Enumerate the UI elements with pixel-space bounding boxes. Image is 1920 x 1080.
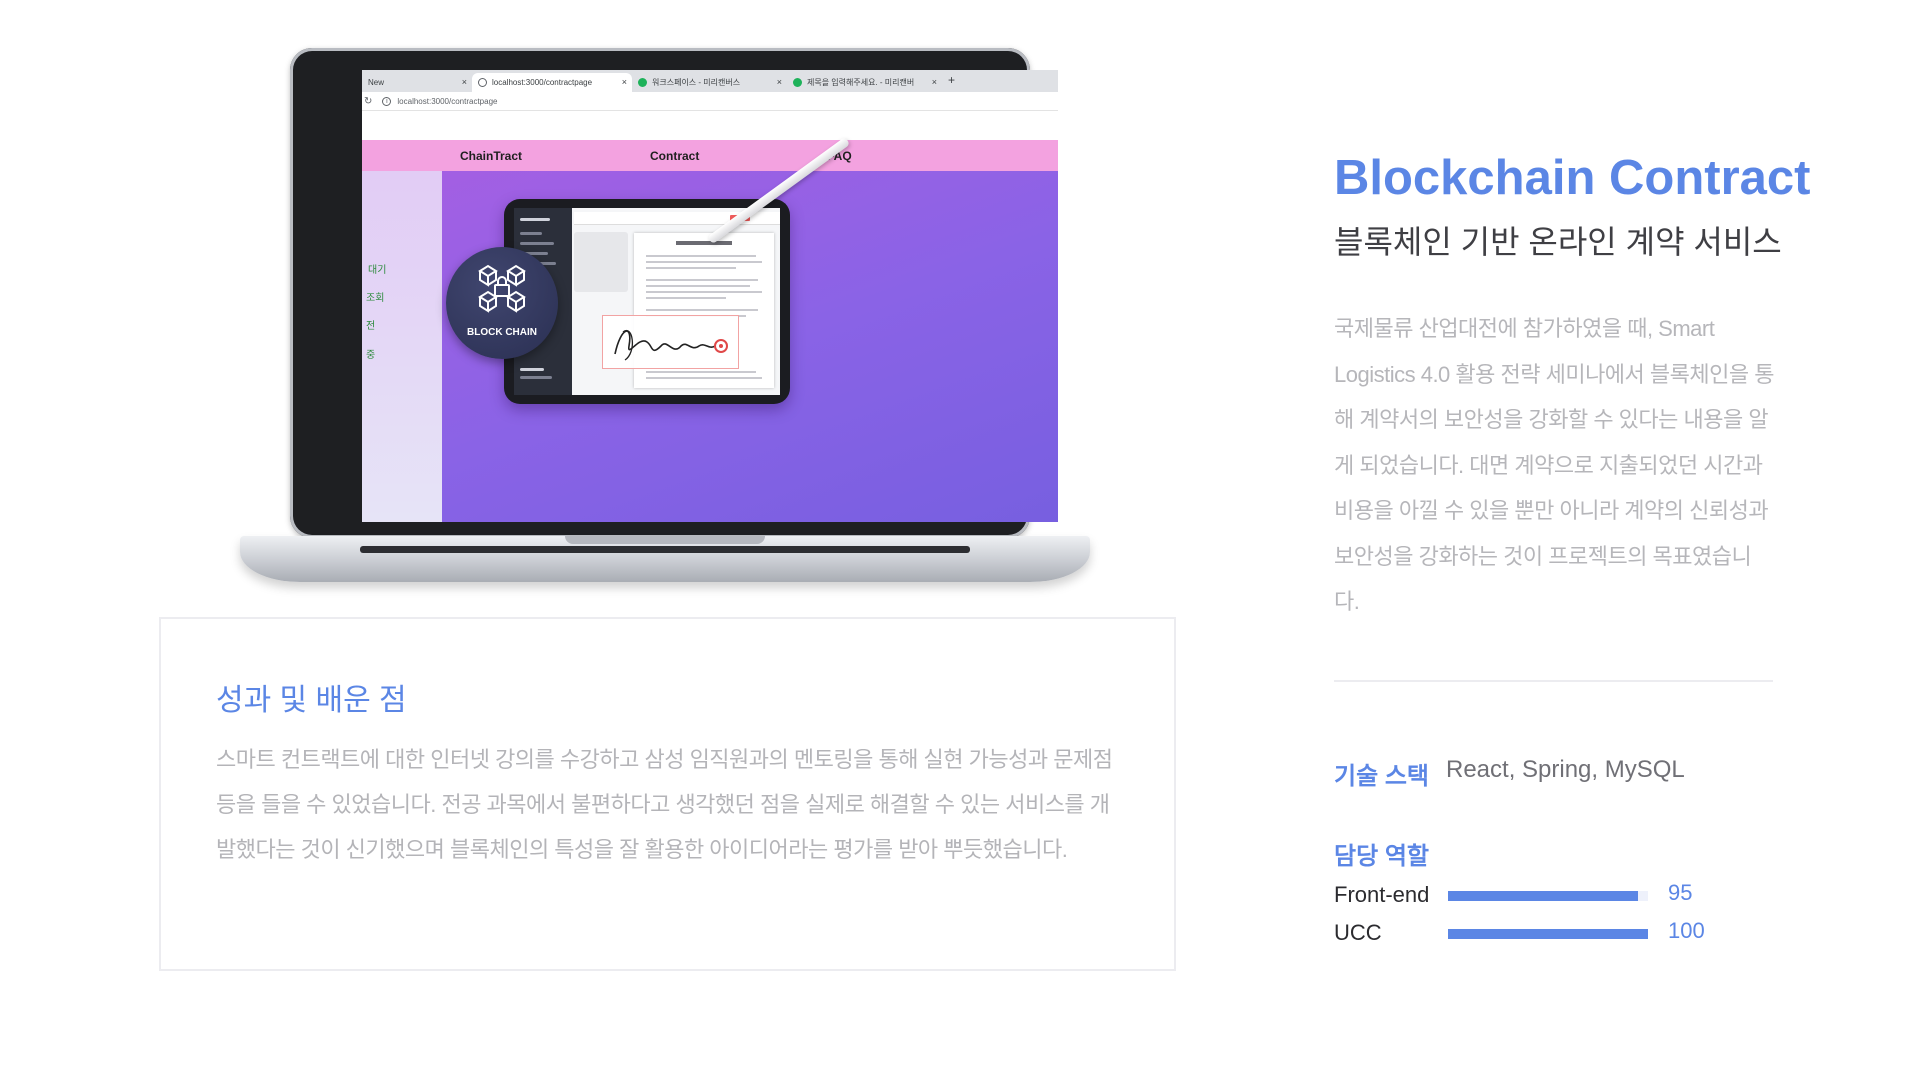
blockchain-icon: [478, 264, 526, 313]
tablet-panel: [574, 232, 628, 292]
skill-bar-fill: [1448, 891, 1638, 901]
laptop-screen: New × localhost:3000/contractpage × 워크스페…: [362, 70, 1058, 522]
tab-label: localhost:3000/contractpage: [492, 78, 593, 87]
skill-bar-track: [1448, 929, 1648, 939]
skill-name: Front-end: [1334, 882, 1430, 907]
signature-icon: [614, 329, 728, 361]
lessons-card: 성과 및 배운 점 스마트 컨트랙트에 대한 인터넷 강의를 수강하고 삼성 임…: [159, 617, 1176, 971]
close-icon[interactable]: ×: [622, 77, 627, 87]
site-side-panel: 대기 조회 전 중: [362, 171, 442, 522]
roles-heading: 담당 역할: [1334, 843, 1429, 870]
browser-tab-contractpage[interactable]: localhost:3000/contractpage ×: [472, 73, 632, 92]
side-item-waiting[interactable]: 대기: [368, 261, 386, 276]
section-divider: [1334, 680, 1773, 682]
blockchain-badge-label: BLOCK CHAIN: [467, 327, 537, 338]
browser-tab-untitled[interactable]: 제목을 입력해주세요. - 미리캔버 ×: [787, 73, 942, 92]
site-nav: ChainTract Contract FAQ: [362, 140, 1058, 171]
browser-tab-new[interactable]: New ×: [362, 73, 472, 92]
nav-contract[interactable]: Contract: [650, 149, 699, 163]
tab-label: 제목을 입력해주세요. - 미리캔버: [807, 78, 915, 87]
side-item-lookup[interactable]: 조회: [366, 289, 384, 304]
laptop-base: [240, 536, 1090, 582]
close-icon[interactable]: ×: [462, 77, 467, 87]
close-icon[interactable]: ×: [932, 77, 937, 87]
project-title: Blockchain Contract: [1334, 151, 1811, 205]
side-item-before[interactable]: 전: [366, 317, 375, 332]
browser-tab-bar: New × localhost:3000/contractpage × 워크스페…: [362, 70, 1058, 92]
tab-label: 워크스페이스 - 미리캔버스: [652, 78, 741, 87]
lessons-body: 스마트 컨트랙트에 대한 인터넷 강의를 수강하고 삼성 임직원과의 멘토링을 …: [216, 747, 1113, 862]
blockchain-badge: BLOCK CHAIN: [446, 247, 558, 359]
miricanvas-icon: [793, 78, 802, 87]
skill-bar-track: [1448, 891, 1648, 901]
reload-icon[interactable]: ↻: [364, 96, 372, 107]
hero-banner: BLOCK CHAIN: [442, 136, 1058, 522]
miricanvas-icon: [638, 78, 647, 87]
address-bar[interactable]: ↻ i localhost:3000/contractpage: [362, 92, 1058, 111]
browser-tab-workspace[interactable]: 워크스페이스 - 미리캔버스 ×: [632, 73, 787, 92]
laptop-mockup: New × localhost:3000/contractpage × 워크스페…: [240, 48, 1090, 588]
tab-label: New: [368, 78, 385, 87]
skill-name: UCC: [1334, 920, 1382, 945]
side-item-in-progress[interactable]: 중: [366, 346, 375, 361]
close-icon[interactable]: ×: [777, 77, 782, 87]
info-icon[interactable]: i: [382, 96, 392, 106]
skill-frontend: Front-end 95: [1334, 880, 1754, 910]
skill-value: 100: [1668, 918, 1705, 943]
signature-box: [602, 315, 739, 369]
new-tab-button[interactable]: +: [948, 73, 955, 87]
project-subtitle: 블록체인 기반 온라인 계약 서비스: [1334, 224, 1782, 260]
skill-value: 95: [1668, 880, 1693, 905]
nav-chaintract[interactable]: ChainTract: [460, 149, 522, 163]
laptop-lid: New × localhost:3000/contractpage × 워크스페…: [290, 48, 1058, 538]
skill-ucc: UCC 100: [1334, 918, 1754, 948]
globe-icon: [478, 78, 487, 87]
project-description: 국제물류 산업대전에 참가하였을 때, Smart Logistics 4.0 …: [1334, 316, 1774, 614]
url-text[interactable]: localhost:3000/contractpage: [397, 97, 497, 106]
lessons-heading: 성과 및 배운 점: [216, 684, 407, 717]
tech-stack-value: React, Spring, MySQL: [1446, 756, 1685, 783]
tech-stack-label: 기술 스택: [1334, 763, 1429, 790]
skill-bar-fill: [1448, 929, 1648, 939]
